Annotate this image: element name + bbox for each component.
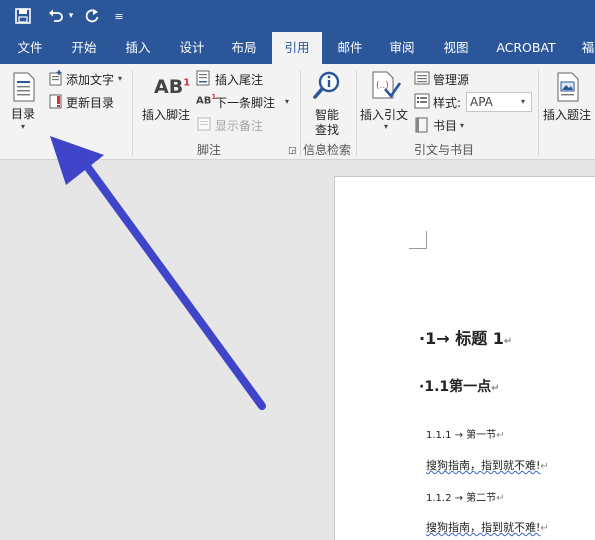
arrow-shaft — [80, 158, 266, 410]
annotation-arrow — [50, 136, 266, 410]
